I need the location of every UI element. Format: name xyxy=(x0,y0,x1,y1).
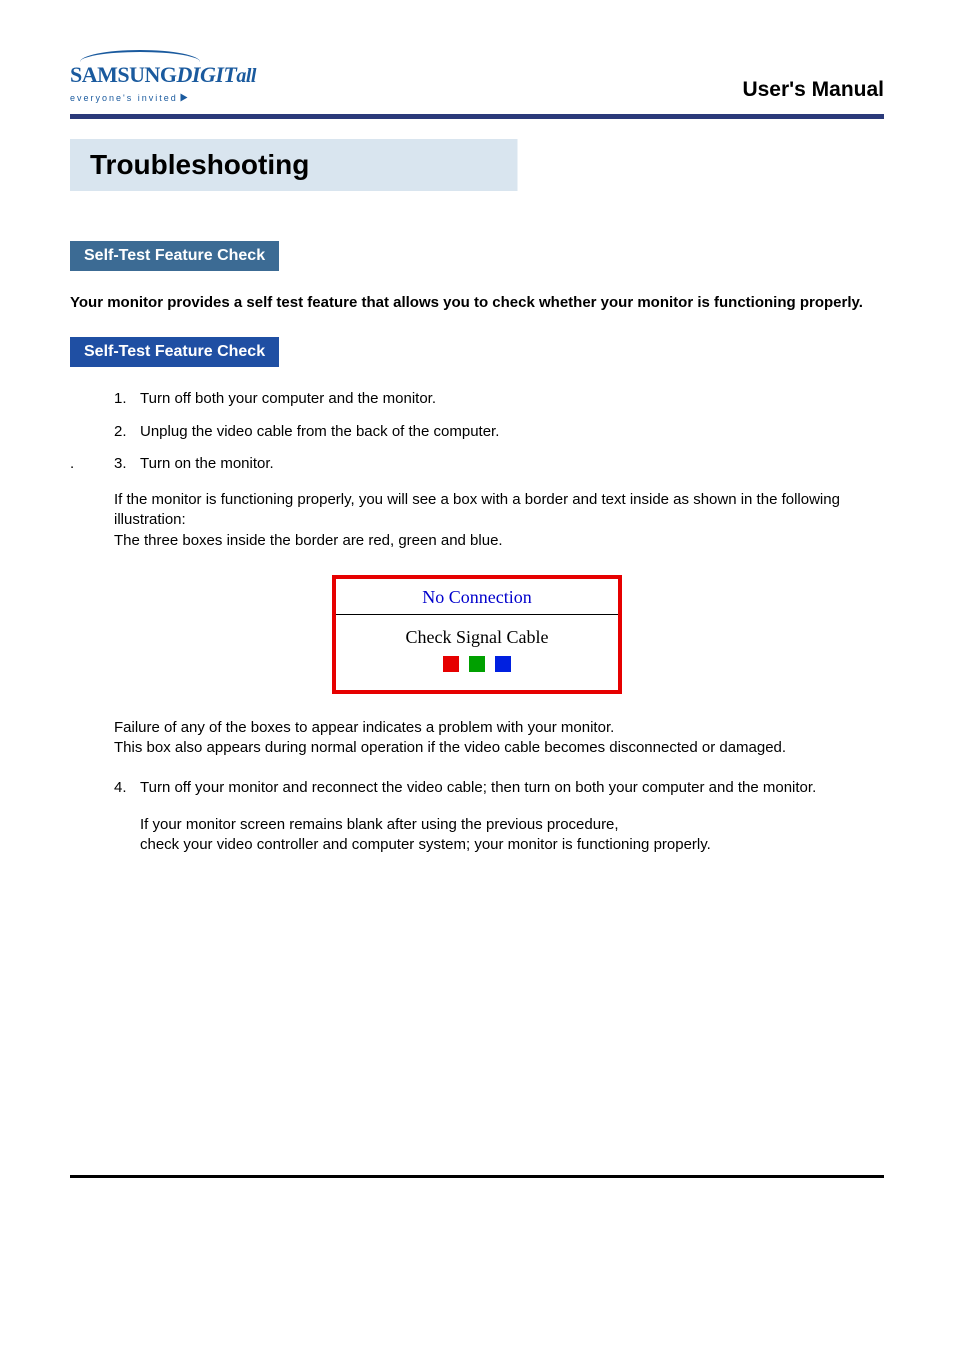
logo-brand: SAMSUNG xyxy=(70,62,177,88)
after-step-4-line-b: check your video controller and computer… xyxy=(140,835,884,855)
logo-suffix2: all xyxy=(236,65,256,88)
logo-tagline-row: everyone's invited xyxy=(70,88,188,106)
logo-suffix1: DIGIT xyxy=(177,62,237,88)
triangle-icon xyxy=(180,94,187,102)
green-square-icon xyxy=(469,656,485,672)
after-step-4-block: If your monitor screen remains blank aft… xyxy=(96,815,884,856)
section-heading: Self-Test Feature Check xyxy=(70,241,279,271)
step-1: Turn off both your computer and the moni… xyxy=(114,389,884,409)
red-square-icon xyxy=(443,656,459,672)
step-4: Turn off your monitor and reconnect the … xyxy=(114,778,884,798)
step-3-text: Turn on the monitor. xyxy=(140,455,274,472)
monitor-no-connection: No Connection xyxy=(336,579,618,614)
after-step-3-line-a: If the monitor is functioning properly, … xyxy=(114,490,884,531)
after-step-3-block: If the monitor is functioning properly, … xyxy=(70,490,884,551)
page-title-bar: Troubleshooting xyxy=(70,139,884,191)
failure-line-b: This box also appears during normal oper… xyxy=(114,738,884,758)
failure-block: Failure of any of the boxes to appear in… xyxy=(70,718,884,759)
steps-list-2: Turn off your monitor and reconnect the … xyxy=(70,778,884,798)
sub-heading: Self-Test Feature Check xyxy=(70,337,279,367)
step-3: . Turn on the monitor. xyxy=(114,454,884,474)
after-step-3-line-b: The three boxes inside the border are re… xyxy=(114,531,884,551)
step-2: Unplug the video cable from the back of … xyxy=(114,422,884,442)
monitor-color-row xyxy=(336,656,618,690)
dot-marker: . xyxy=(70,454,74,474)
footer-divider xyxy=(70,1175,884,1178)
brand-logo: SAMSUNG DIGITall everyone's invited xyxy=(70,60,256,106)
logo-tagline: everyone's invited xyxy=(70,93,178,103)
header-divider xyxy=(70,114,884,119)
manual-label: User's Manual xyxy=(742,78,884,106)
page-title: Troubleshooting xyxy=(90,149,864,181)
failure-line-a: Failure of any of the boxes to appear in… xyxy=(114,718,884,738)
steps-list: Turn off both your computer and the moni… xyxy=(70,389,884,474)
page-header: SAMSUNG DIGITall everyone's invited User… xyxy=(70,60,884,106)
after-step-4-line-a: If your monitor screen remains blank aft… xyxy=(140,815,884,835)
logo-text: SAMSUNG DIGITall xyxy=(70,62,256,88)
monitor-illustration: No Connection Check Signal Cable xyxy=(332,575,622,694)
section-intro: Your monitor provides a self test featur… xyxy=(70,293,884,313)
blue-square-icon xyxy=(495,656,511,672)
monitor-check-cable: Check Signal Cable xyxy=(336,615,618,656)
logo-swoosh xyxy=(80,50,200,62)
